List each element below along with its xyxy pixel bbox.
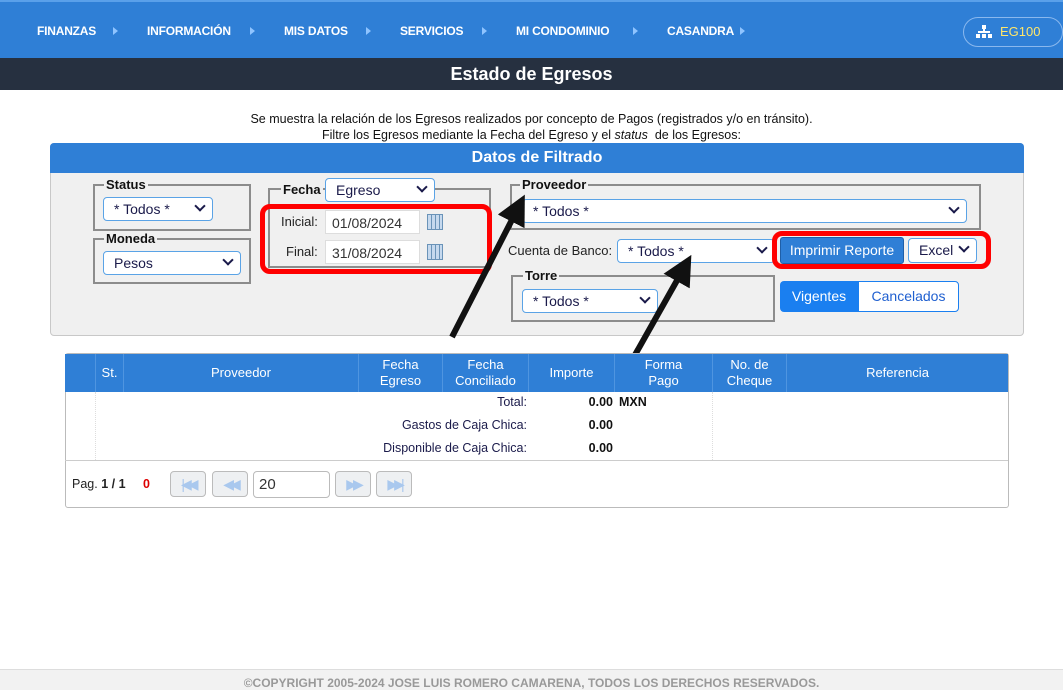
next-page-button[interactable]: ▶▶	[335, 471, 371, 497]
next-page-icon: ▶▶	[346, 476, 363, 492]
col-no-cheque[interactable]: No. de Cheque	[712, 354, 786, 392]
divider	[95, 392, 96, 460]
gastos-caja-label: Gastos de Caja Chica:	[401, 418, 527, 432]
col-forma-pago[interactable]: Forma Pago	[614, 354, 712, 392]
last-page-icon: ▶▶|	[387, 476, 404, 492]
col-proveedor[interactable]: Proveedor	[123, 354, 358, 392]
col-fecha-conciliado[interactable]: Fecha Conciliado	[442, 354, 528, 392]
total-value: 0.00	[588, 395, 613, 409]
page-prefix: Pag.	[72, 477, 98, 491]
record-count: 0	[143, 477, 150, 491]
col-referencia[interactable]: Referencia	[786, 354, 1008, 392]
prev-page-icon: ◀◀	[223, 476, 240, 492]
gastos-caja-value: 0.00	[588, 418, 613, 432]
col-fecha-egreso[interactable]: Fecha Egreso	[358, 354, 442, 392]
page-indicator: Pag. 1 / 1	[72, 477, 126, 491]
page-size-input[interactable]: 20	[253, 471, 330, 498]
total-currency: MXN	[619, 395, 647, 409]
first-page-button[interactable]: |◀◀	[170, 471, 206, 497]
footer-copyright: ©COPYRIGHT 2005-2024 JOSE LUIS ROMERO CA…	[0, 669, 1063, 690]
last-page-button[interactable]: ▶▶|	[376, 471, 412, 497]
col-st[interactable]: St.	[95, 354, 123, 392]
first-page-icon: |◀◀	[181, 476, 198, 492]
col-importe[interactable]: Importe	[528, 354, 614, 392]
prev-page-button[interactable]: ◀◀	[212, 471, 248, 497]
arrow-icon	[449, 194, 525, 339]
annotation-arrows	[449, 194, 692, 380]
disponible-caja-value: 0.00	[588, 441, 613, 455]
divider	[712, 392, 713, 460]
divider	[65, 460, 1008, 461]
total-label: Total:	[497, 395, 527, 409]
disponible-caja-label: Disponible de Caja Chica:	[383, 441, 527, 455]
page-number: 1 / 1	[101, 477, 126, 491]
